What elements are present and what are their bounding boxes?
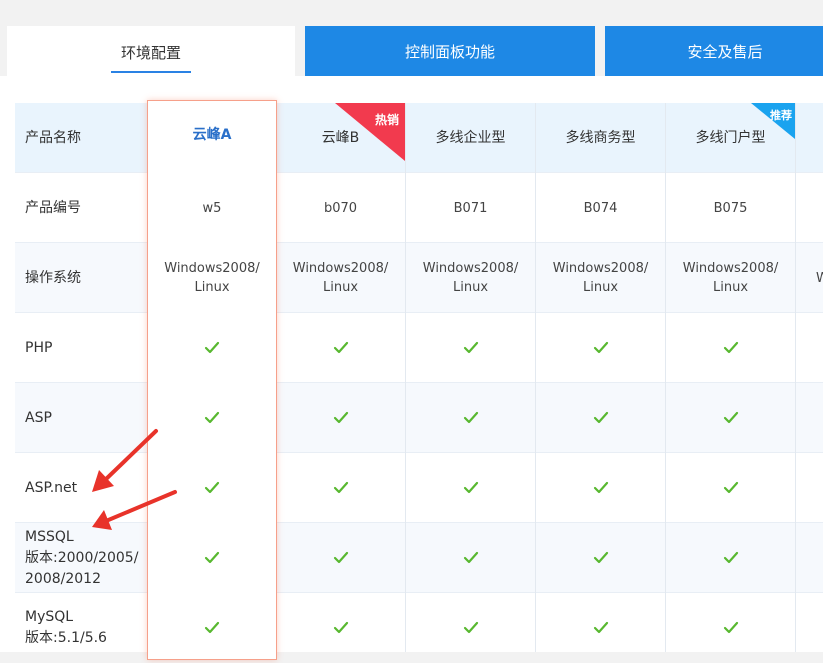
check-icon [795,593,823,652]
product-os: W [795,243,823,313]
badge-text: 热销 [374,113,399,127]
row-label: MySQL 版本:5.1/5.6 [25,609,107,646]
table-row: 产品编号 b070 B071 B074 B075 [15,173,823,243]
row-label: 产品编号 [25,199,81,216]
check-icon [535,523,665,593]
product-os: Windows2008/Linux [275,243,405,313]
check-icon [535,593,665,652]
highlighted-product-column: 云峰A w5 Windows2008/Linux [147,100,277,660]
check-icon [148,453,276,523]
check-icon [665,593,795,652]
product-name: 云峰A [192,126,232,143]
check-icon [275,453,405,523]
table-row: ASP [15,383,823,453]
check-icon [535,313,665,383]
product-name: 多线企业型 [405,103,535,173]
product-name: 多线门户型 推荐 [665,103,795,173]
check-icon [405,523,535,593]
check-icon [665,523,795,593]
product-code: b070 [275,173,405,243]
check-icon [405,383,535,453]
product-os: Windows2008/Linux [535,243,665,313]
check-icon [795,383,823,453]
product-name: 多线商务型 [535,103,665,173]
check-icon [795,313,823,383]
product-name [795,103,823,173]
tab-label: 环境配置 [110,42,191,73]
check-icon [795,523,823,593]
product-badge: 热销 [335,103,405,161]
check-icon [148,383,276,453]
tab-label: 控制面板功能 [404,42,495,61]
row-label: ASP [25,409,52,426]
table-row: ASP.net [15,453,823,523]
check-icon [535,383,665,453]
check-icon [275,523,405,593]
tab-environment-config[interactable]: 环境配置 [7,26,295,78]
check-icon [405,593,535,652]
check-icon [275,313,405,383]
check-icon [275,593,405,652]
product-code: B074 [535,173,665,243]
tab-label: 安全及售后 [687,42,763,61]
product-badge: 推荐 [751,103,795,139]
check-icon [405,453,535,523]
check-icon [665,383,795,453]
check-icon [665,313,795,383]
row-label: MSSQL 版本:2000/2005/2008/2012 [25,528,139,587]
product-code: w5 [202,200,222,216]
table-row: PHP [15,313,823,383]
product-code: B071 [405,173,535,243]
check-icon [148,313,276,383]
row-label: ASP.net [25,479,78,496]
table-row: 产品名称 云峰B 热销 多线企业型 多线商务型 多线门户型 推荐 [15,103,823,173]
product-code [795,173,823,243]
product-name: 云峰B 热销 [275,103,405,173]
badge-text: 推荐 [770,109,792,122]
row-label: 操作系统 [25,269,81,286]
check-icon [405,313,535,383]
comparison-table: 产品名称 云峰B 热销 多线企业型 多线商务型 多线门户型 推荐 产品编号 b070 B071 B0… [15,103,823,652]
product-code: B075 [665,173,795,243]
check-icon [275,383,405,453]
row-label: PHP [25,339,53,356]
check-icon [665,453,795,523]
product-os: Windows2008/Linux [405,243,535,313]
check-icon [148,523,276,593]
check-icon [795,453,823,523]
check-icon [148,593,276,663]
product-os: Windows2008/Linux [665,243,795,313]
table-row: 操作系统 Windows2008/Linux Windows2008/Linux Wi… [15,243,823,313]
product-os: Windows2008/Linux [164,261,260,295]
row-label: 产品名称 [25,129,81,146]
tab-security-aftersales[interactable]: 安全及售后 [605,26,823,76]
tab-control-panel[interactable]: 控制面板功能 [305,26,595,76]
table-row: MSSQL 版本:2000/2005/2008/2012 [15,523,823,593]
check-icon [535,453,665,523]
table-row: MySQL 版本:5.1/5.6 [15,593,823,652]
